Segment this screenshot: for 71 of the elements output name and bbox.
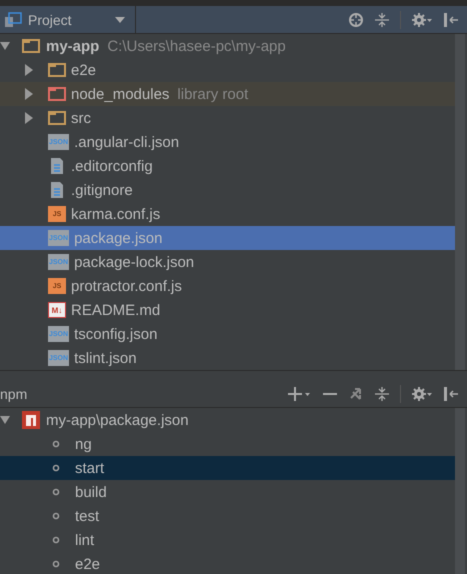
- panel-title: Project: [28, 12, 72, 28]
- tree-row[interactable]: .editorconfig: [0, 154, 455, 178]
- tree-item-label: .editorconfig: [71, 158, 153, 174]
- expand-arrow-icon[interactable]: [24, 88, 34, 100]
- script-row[interactable]: e2e: [0, 552, 455, 574]
- dropdown-icon[interactable]: [115, 16, 125, 22]
- hide-panel-icon[interactable]: [443, 386, 459, 402]
- project-path: C:\Users\hasee-pc\my-app: [107, 38, 286, 54]
- expand-arrow-icon[interactable]: [0, 41, 10, 51]
- tree-item-label: ng: [75, 436, 92, 452]
- bullet-icon: [52, 464, 60, 472]
- text-file-icon: [48, 181, 66, 199]
- add-icon[interactable]: [288, 386, 312, 402]
- tree-item-label: my-app\package.json: [46, 412, 189, 428]
- tree-item-label: package-lock.json: [74, 254, 194, 270]
- refresh-icon[interactable]: [348, 386, 364, 402]
- tree-row[interactable]: my-app C:\Users\hasee-pc\my-app: [0, 34, 455, 58]
- bullet-icon: [52, 488, 60, 496]
- expand-arrow-icon[interactable]: [24, 112, 34, 124]
- tree-row[interactable]: e2e: [0, 58, 455, 82]
- tree-item-label: test: [75, 508, 100, 524]
- tree-item-label: karma.conf.js: [71, 206, 160, 222]
- scrollbar[interactable]: [455, 408, 465, 574]
- tree-row[interactable]: my-app\package.json: [0, 408, 455, 432]
- folder-icon: [22, 39, 40, 53]
- expand-arrow-icon[interactable]: [0, 415, 10, 425]
- npm-icon: [22, 411, 40, 429]
- folder-icon: [48, 87, 66, 101]
- tree-item-label: tslint.json: [74, 350, 137, 366]
- bullet-icon: [52, 440, 60, 448]
- project-name: my-app: [46, 38, 100, 54]
- script-row[interactable]: ng: [0, 432, 455, 456]
- tree-item-label: lint: [75, 532, 94, 548]
- tree-item-label: src: [71, 110, 91, 126]
- tree-row[interactable]: .gitignore: [0, 178, 455, 202]
- tree-item-label: start: [75, 460, 104, 476]
- tree-item-label: node_modules: [71, 86, 170, 102]
- tree-row[interactable]: src: [0, 106, 455, 130]
- bullet-icon: [52, 512, 60, 520]
- file-type-icon: M↓: [48, 302, 66, 318]
- tree-item-label: e2e: [71, 62, 96, 78]
- tree-item-label: package.json: [74, 230, 162, 246]
- script-row[interactable]: test: [0, 504, 455, 528]
- scrollbar[interactable]: [455, 34, 465, 370]
- script-row[interactable]: start: [0, 456, 455, 480]
- bullet-icon: [52, 536, 60, 544]
- tree-item-label: tsconfig.json: [74, 326, 158, 342]
- folder-icon: [48, 111, 66, 125]
- tree-item-label: build: [75, 484, 107, 500]
- locate-icon[interactable]: [348, 12, 364, 28]
- expand-arrow-icon[interactable]: [24, 64, 34, 76]
- folder-icon: [48, 63, 66, 77]
- tree-item-label: .angular-cli.json: [74, 134, 180, 150]
- hide-panel-icon[interactable]: [443, 12, 459, 28]
- tree-row[interactable]: node_modules library root: [0, 82, 455, 106]
- project-view-icon: [4, 12, 22, 28]
- collapse-all-icon[interactable]: [374, 386, 390, 402]
- tree-item-label: .gitignore: [71, 182, 133, 198]
- settings-icon[interactable]: [411, 386, 433, 402]
- text-file-icon: [48, 157, 66, 175]
- script-row[interactable]: build: [0, 480, 455, 504]
- script-row[interactable]: lint: [0, 528, 455, 552]
- collapse-all-icon[interactable]: [374, 12, 390, 28]
- bullet-icon: [52, 560, 60, 568]
- panel-title: npm: [0, 386, 28, 402]
- tree-row[interactable]: M↓ README.md: [0, 298, 455, 322]
- tree-item-note: library root: [177, 86, 248, 102]
- tree-item-label: protractor.conf.js: [71, 278, 182, 294]
- tree-item-label: e2e: [75, 556, 100, 572]
- tree-item-label: README.md: [71, 302, 160, 318]
- settings-icon[interactable]: [411, 12, 433, 28]
